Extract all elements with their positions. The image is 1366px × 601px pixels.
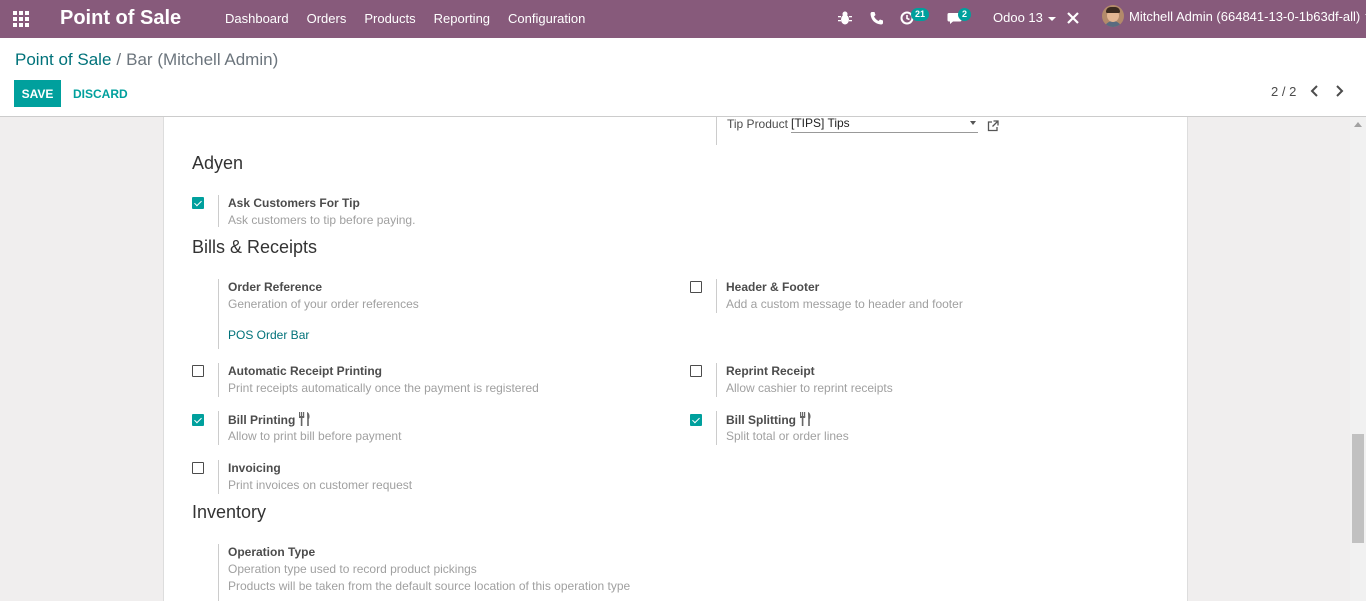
bill-printing-label-row: Bill Printing <box>228 412 312 427</box>
bill-printing-checkbox[interactable] <box>192 414 204 426</box>
user-menu[interactable]: Mitchell Admin (664841-13-0-1b63df-all) <box>1102 5 1366 27</box>
top-menu: Dashboard Orders Products Reporting Conf… <box>216 0 594 38</box>
tip-product-select[interactable]: [TIPS] Tips <box>791 117 978 133</box>
order-sequence-link[interactable]: POS Order Bar <box>228 328 309 342</box>
bug-icon[interactable] <box>838 10 852 29</box>
bill-splitting-help: Split total or order lines <box>726 429 849 443</box>
main-navbar: Point of Sale Dashboard Orders Products … <box>0 0 1366 38</box>
menu-dashboard[interactable]: Dashboard <box>216 0 298 38</box>
header-footer-checkbox[interactable] <box>690 281 702 293</box>
breadcrumb-separator: / <box>116 50 122 69</box>
utensils-icon <box>800 412 811 426</box>
ask-tip-checkbox[interactable] <box>192 197 204 209</box>
divider <box>218 279 219 349</box>
tip-product-label: Tip Product <box>727 117 788 131</box>
menu-orders[interactable]: Orders <box>298 0 356 38</box>
menu-reporting[interactable]: Reporting <box>425 0 499 38</box>
divider <box>218 544 219 601</box>
discard-button[interactable]: DISCARD <box>66 80 135 107</box>
divider <box>716 363 717 397</box>
auto-receipt-label: Automatic Receipt Printing <box>228 364 383 378</box>
chevron-down-icon <box>970 121 976 125</box>
form-sheet: Tip Product [TIPS] Tips Adyen Ask Custom… <box>163 117 1188 601</box>
operation-type-help-secondary: Products will be taken from the default … <box>228 579 631 593</box>
auto-receipt-checkbox[interactable] <box>192 365 204 377</box>
reprint-receipt-checkbox[interactable] <box>690 365 702 377</box>
divider <box>218 363 219 397</box>
auto-receipt-help: Print receipts automatically once the pa… <box>228 381 539 395</box>
operation-type-label: Operation Type <box>228 545 316 559</box>
chevron-left-icon[interactable] <box>1307 82 1323 100</box>
breadcrumb-current: Bar (Mitchell Admin) <box>126 50 279 69</box>
invoicing-checkbox[interactable] <box>192 462 204 474</box>
apps-grid-icon[interactable] <box>12 9 32 29</box>
reprint-receipt-help: Allow cashier to reprint receipts <box>726 381 893 395</box>
header-footer-label: Header & Footer <box>726 280 820 294</box>
divider <box>218 195 219 227</box>
bill-splitting-checkbox[interactable] <box>690 414 702 426</box>
menu-configuration[interactable]: Configuration <box>499 0 594 38</box>
order-reference-label: Order Reference <box>228 280 323 294</box>
form-content: Tip Product [TIPS] Tips Adyen Ask Custom… <box>0 117 1350 601</box>
operation-type-help: Operation type used to record product pi… <box>228 562 477 576</box>
menu-products[interactable]: Products <box>355 0 424 38</box>
user-name: Mitchell Admin (664841-13-0-1b63df-all) <box>1129 8 1361 24</box>
divider <box>716 117 717 145</box>
tip-product-value: [TIPS] Tips <box>791 117 850 130</box>
scroll-up-arrow-icon[interactable] <box>1354 122 1362 127</box>
app-brand[interactable]: Point of Sale <box>60 7 181 30</box>
db-switcher[interactable]: Odoo 13 <box>993 10 1056 25</box>
page-scrollbar[interactable] <box>1350 117 1366 601</box>
divider <box>218 460 219 494</box>
close-x-icon[interactable] <box>1067 12 1079 27</box>
db-switcher-label: Odoo 13 <box>993 10 1043 25</box>
divider <box>716 411 717 445</box>
divider <box>716 279 717 313</box>
divider <box>218 411 219 445</box>
bill-printing-label: Bill Printing <box>228 413 296 427</box>
invoicing-help: Print invoices on customer request <box>228 478 413 492</box>
activity-count-badge: 21 <box>911 8 930 21</box>
phone-icon[interactable] <box>869 10 883 29</box>
section-inventory: Inventory <box>192 502 267 522</box>
order-reference-help: Generation of your order references <box>228 297 419 311</box>
avatar <box>1102 5 1124 27</box>
scroll-thumb[interactable] <box>1352 434 1364 543</box>
bill-splitting-label: Bill Splitting <box>726 413 796 427</box>
section-bills-receipts: Bills & Receipts <box>192 237 318 257</box>
section-adyen: Adyen <box>192 153 244 173</box>
control-panel: Point of Sale / Bar (Mitchell Admin) SAVE … <box>0 38 1366 117</box>
utensils-icon <box>299 412 310 426</box>
external-link-icon[interactable] <box>987 120 999 132</box>
bill-splitting-label-row: Bill Splitting <box>726 412 813 427</box>
header-footer-help: Add a custom message to header and foote… <box>726 297 963 311</box>
breadcrumb-parent[interactable]: Point of Sale <box>15 50 111 69</box>
bill-printing-help: Allow to print bill before payment <box>228 429 402 443</box>
save-button[interactable]: SAVE <box>14 80 61 107</box>
chevron-down-icon <box>1047 16 1056 21</box>
pager-value: 2 / 2 <box>1271 84 1297 99</box>
ask-tip-help: Ask customers to tip before paying. <box>228 213 416 227</box>
breadcrumb: Point of Sale / Bar (Mitchell Admin) <box>15 50 278 70</box>
chevron-right-icon[interactable] <box>1331 82 1347 100</box>
ask-tip-label: Ask Customers For Tip <box>228 196 360 210</box>
reprint-receipt-label: Reprint Receipt <box>726 364 815 378</box>
message-count-badge: 2 <box>958 8 972 21</box>
invoicing-label: Invoicing <box>228 461 281 475</box>
